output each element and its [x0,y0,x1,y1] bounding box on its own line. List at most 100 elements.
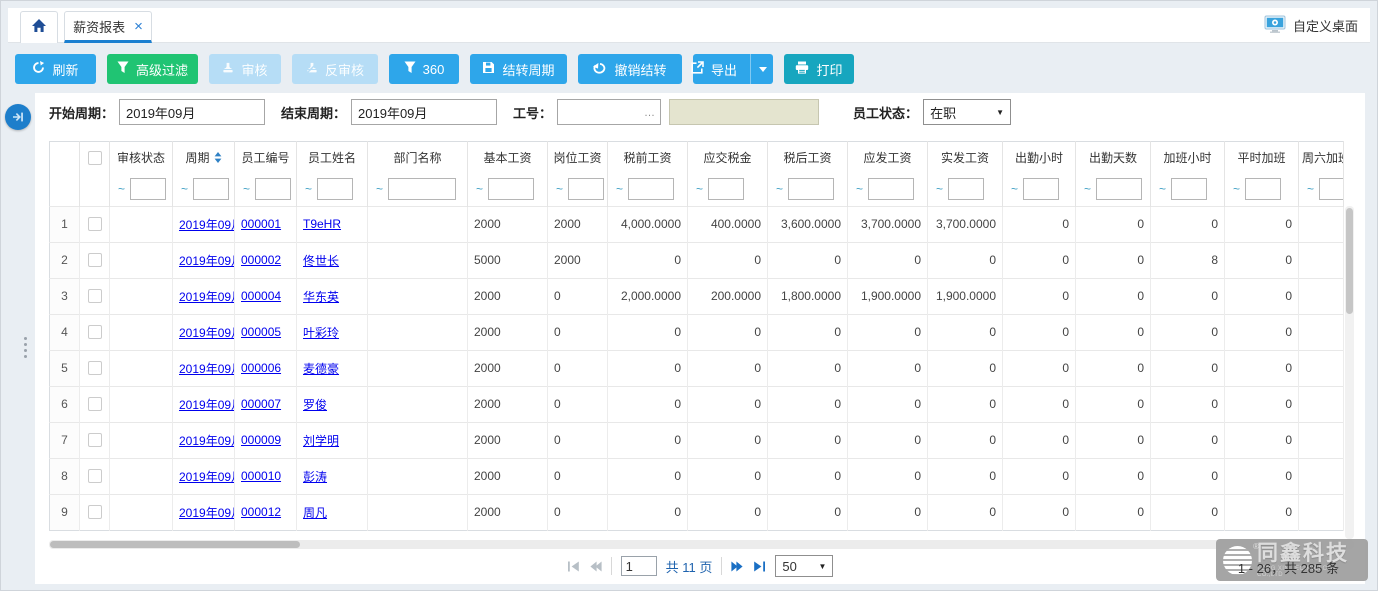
col-employee-name[interactable]: 员工姓名 [297,142,368,174]
select-all-checkbox[interactable] [88,151,102,165]
emp-link[interactable]: 000012 [241,505,281,519]
emp-link[interactable]: 000009 [241,433,281,447]
period-link[interactable]: 2019年09月 [179,326,235,340]
row-checkbox[interactable] [88,325,102,339]
filter-overtime-hours[interactable] [1171,178,1207,200]
row-checkbox[interactable] [88,505,102,519]
row-checkbox[interactable] [88,253,102,267]
col-department[interactable]: 部门名称 [368,142,468,174]
period-link[interactable]: 2019年09月 [179,434,235,448]
vertical-scrollbar[interactable] [1345,206,1354,539]
col-saturday-overtime[interactable]: 周六加班 [1299,142,1344,174]
lookup-ellipsis-icon[interactable]: … [644,107,656,119]
row-checkbox[interactable] [88,469,102,483]
page-number-input[interactable] [621,556,657,576]
filter-post-salary[interactable] [568,178,604,200]
emp-link[interactable]: 000001 [241,217,281,231]
col-period[interactable]: 周期 [173,142,235,174]
col-actual-salary[interactable]: 实发工资 [928,142,1003,174]
filter-actual-salary[interactable] [948,178,984,200]
audit-button[interactable]: 审核 [209,54,281,84]
prev-page-button[interactable] [589,561,602,572]
col-attendance-days[interactable]: 出勤天数 [1076,142,1151,174]
refresh-button[interactable]: 刷新 [15,54,96,84]
page-size-select[interactable]: 50 [775,555,833,577]
row-checkbox[interactable] [88,361,102,375]
period-link[interactable]: 2019年09月 [179,218,235,232]
name-link[interactable]: 刘学明 [303,434,339,448]
export-dropdown-button[interactable] [750,54,775,84]
col-audit-status[interactable]: 审核状态 [110,142,173,174]
print-button[interactable]: 打印 [784,54,854,84]
carry-period-button[interactable]: 结转周期 [470,54,567,84]
next-page-button[interactable] [731,561,744,572]
col-payable-salary[interactable]: 应发工资 [848,142,928,174]
filter-payable-salary[interactable] [868,178,914,200]
name-link[interactable]: 麦德豪 [303,362,339,376]
col-tax-payable[interactable]: 应交税金 [688,142,768,174]
filter-audit-status[interactable] [130,178,166,200]
filter-department[interactable] [388,178,456,200]
advanced-filter-button[interactable]: 高级过滤 [107,54,198,84]
undo-carry-button[interactable]: 撤销结转 [578,54,682,84]
row-checkbox[interactable] [88,397,102,411]
first-page-button[interactable] [567,561,580,572]
col-weekday-overtime[interactable]: 平时加班 [1225,142,1299,174]
employee-status-select[interactable]: 在职 [923,99,1011,125]
start-period-input[interactable] [119,99,265,125]
filter-saturday-overtime[interactable] [1319,178,1343,200]
filter-period[interactable] [193,178,229,200]
filter-employee-name[interactable] [317,178,353,200]
col-post-salary[interactable]: 岗位工资 [548,142,608,174]
filter-360-button[interactable]: 360 [389,54,459,84]
col-base-salary[interactable]: 基本工资 [468,142,548,174]
name-link[interactable]: 佟世长 [303,254,339,268]
horizontal-scrollbar[interactable] [49,540,1354,549]
name-link[interactable]: 彭涛 [303,470,327,484]
period-link[interactable]: 2019年09月 [179,254,235,268]
sort-icon[interactable] [214,152,222,163]
export-button[interactable]: 导出 [693,54,773,84]
emp-link[interactable]: 000002 [241,253,281,267]
name-link[interactable]: 华东英 [303,290,339,304]
col-overtime-hours[interactable]: 加班小时 [1151,142,1225,174]
filter-base-salary[interactable] [488,178,534,200]
emp-link[interactable]: 000010 [241,469,281,483]
vertical-scrollbar-thumb[interactable] [1346,208,1353,314]
unaudit-button[interactable]: 反审核 [292,54,378,84]
col-employee-no[interactable]: 员工编号 [235,142,297,174]
horizontal-scrollbar-thumb[interactable] [50,541,300,548]
emp-link[interactable]: 000006 [241,361,281,375]
tab-home[interactable] [20,11,58,43]
name-link[interactable]: T9eHR [303,217,341,231]
name-link[interactable]: 罗俊 [303,398,327,412]
filter-attendance-hours[interactable] [1023,178,1059,200]
emp-link[interactable]: 000005 [241,325,281,339]
filter-attendance-days[interactable] [1096,178,1142,200]
panel-drag-handle[interactable] [24,337,27,358]
row-checkbox[interactable] [88,217,102,231]
tab-salary-report[interactable]: 薪资报表 × [64,11,152,43]
name-link[interactable]: 周凡 [303,506,327,520]
filter-aftertax-salary[interactable] [788,178,834,200]
period-link[interactable]: 2019年09月 [179,398,235,412]
row-checkbox[interactable] [88,289,102,303]
period-link[interactable]: 2019年09月 [179,470,235,484]
name-link[interactable]: 叶彩玲 [303,326,339,340]
period-link[interactable]: 2019年09月 [179,362,235,376]
sidebar-collapse-button[interactable] [5,104,31,130]
col-pretax-salary[interactable]: 税前工资 [608,142,688,174]
filter-pretax-salary[interactable] [628,178,674,200]
emp-link[interactable]: 000007 [241,397,281,411]
close-icon[interactable]: × [134,19,143,34]
filter-weekday-overtime[interactable] [1245,178,1281,200]
customize-desktop-button[interactable]: 自定义桌面 [1264,15,1358,36]
col-attendance-hours[interactable]: 出勤小时 [1003,142,1076,174]
period-link[interactable]: 2019年09月 [179,290,235,304]
col-aftertax-salary[interactable]: 税后工资 [768,142,848,174]
emp-link[interactable]: 000004 [241,289,281,303]
row-checkbox[interactable] [88,433,102,447]
end-period-input[interactable] [351,99,497,125]
period-link[interactable]: 2019年09月 [179,506,235,520]
filter-tax-payable[interactable] [708,178,744,200]
